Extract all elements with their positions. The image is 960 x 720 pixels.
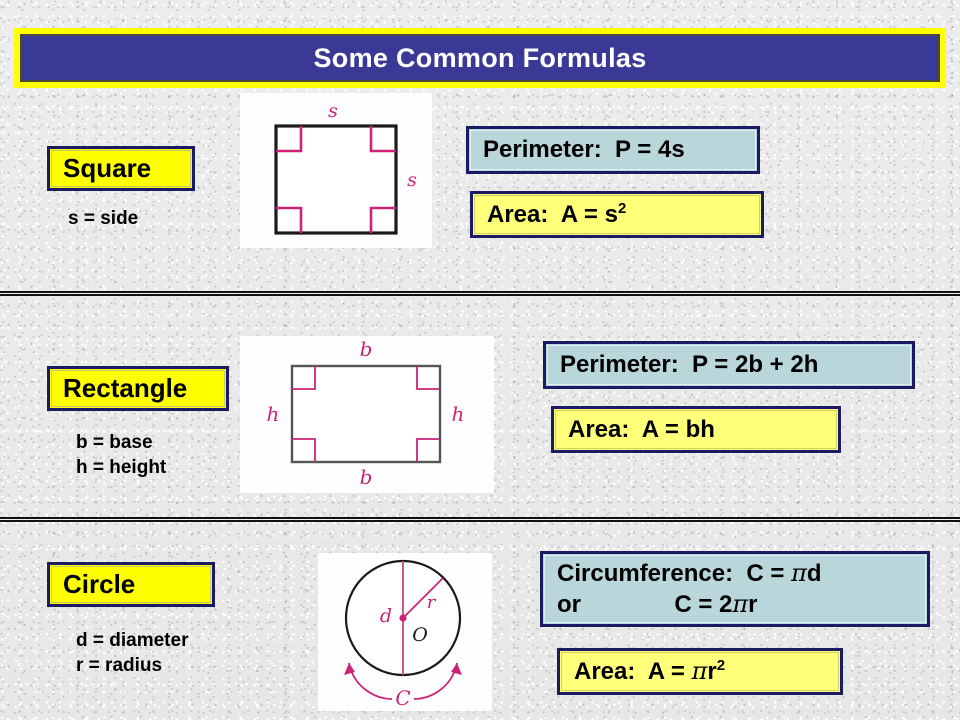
formula-square-area-exponent: 2 (617, 199, 627, 217)
rectangle-label-left: h (267, 402, 280, 426)
diagram-square: s s (240, 93, 432, 248)
formula-square-perimeter: Perimeter: P = 4s (466, 126, 760, 174)
formula-circle-area: Area: A = πr2 (557, 648, 843, 695)
rectangle-figure: b b h h (267, 337, 465, 489)
circle-label-diameter: d (380, 605, 392, 627)
circle-center-dot (399, 614, 407, 622)
formula-circle-area-text: Area: A = πr2 (560, 656, 725, 687)
pi-symbol-3: π (691, 657, 708, 685)
legend-circle: d = diameter r = radius (76, 630, 189, 676)
circumference-line2-prefix: or C = 2 (557, 591, 733, 618)
square-outline (274, 124, 398, 235)
formula-square-area-text: Area: A = s2 (473, 200, 626, 230)
pi-symbol-2: π (732, 590, 749, 618)
square-figure: s s (274, 100, 417, 235)
legend-rectangle: b = base h = height (76, 432, 167, 478)
diagram-circle: d r O C (318, 553, 492, 711)
formula-square-perimeter-text: Perimeter: P = 4s (483, 136, 685, 163)
section-divider-1 (0, 291, 960, 296)
rectangle-label-top: b (360, 337, 373, 361)
circle-label-radius: r (427, 592, 437, 613)
formula-square-area: Area: A = s2 (470, 191, 764, 238)
legend-square: s = side (68, 208, 139, 229)
shape-label-rectangle-text: Rectangle (63, 373, 188, 403)
title-banner: Some Common Formulas (14, 28, 946, 88)
title-inner-panel: Some Common Formulas (20, 34, 940, 82)
rectangle-label-right: h (452, 402, 465, 426)
formula-square-area-base: Area: A = s (487, 200, 618, 228)
circle-area-prefix: Area: A = (574, 658, 692, 685)
formula-rectangle-perimeter: Perimeter: P = 2b + 2h (543, 341, 915, 389)
page-title: Some Common Formulas (313, 42, 647, 73)
shape-label-square-text: Square (63, 153, 152, 183)
pi-symbol-1: π (791, 559, 807, 587)
shape-label-circle: Circle (47, 562, 215, 607)
slide-canvas: Some Common Formulas Square s = side s s… (0, 0, 960, 720)
formula-circle-circumference-text: Circumference: C = πd or C = 2πr (543, 558, 822, 620)
circle-area-exponent: 2 (716, 657, 726, 674)
shape-label-rectangle: Rectangle (47, 366, 229, 411)
circumference-line1-suffix: d (806, 560, 822, 587)
formula-rectangle-area: Area: A = bh (551, 406, 841, 453)
rectangle-label-bottom: b (360, 465, 373, 489)
formula-rectangle-area-text: Area: A = bh (568, 415, 715, 443)
diagram-rectangle: b b h h (240, 336, 494, 493)
circle-figure: d r O C (344, 559, 462, 710)
formula-rectangle-perimeter-text: Perimeter: P = 2b + 2h (560, 351, 819, 378)
formula-circle-circumference: Circumference: C = πd or C = 2πr (540, 551, 930, 627)
circumference-line2-suffix: r (748, 591, 758, 618)
section-divider-2 (0, 517, 960, 522)
shape-label-circle-text: Circle (63, 569, 136, 599)
circle-label-center: O (412, 624, 428, 646)
circumference-line1-prefix: Circumference: C = (557, 560, 792, 587)
square-label-top: s (328, 100, 338, 122)
square-label-right: s (407, 169, 417, 191)
circle-area-suffix: r (707, 658, 717, 685)
shape-label-square: Square (47, 146, 195, 191)
circle-label-circumference: C (395, 686, 410, 710)
